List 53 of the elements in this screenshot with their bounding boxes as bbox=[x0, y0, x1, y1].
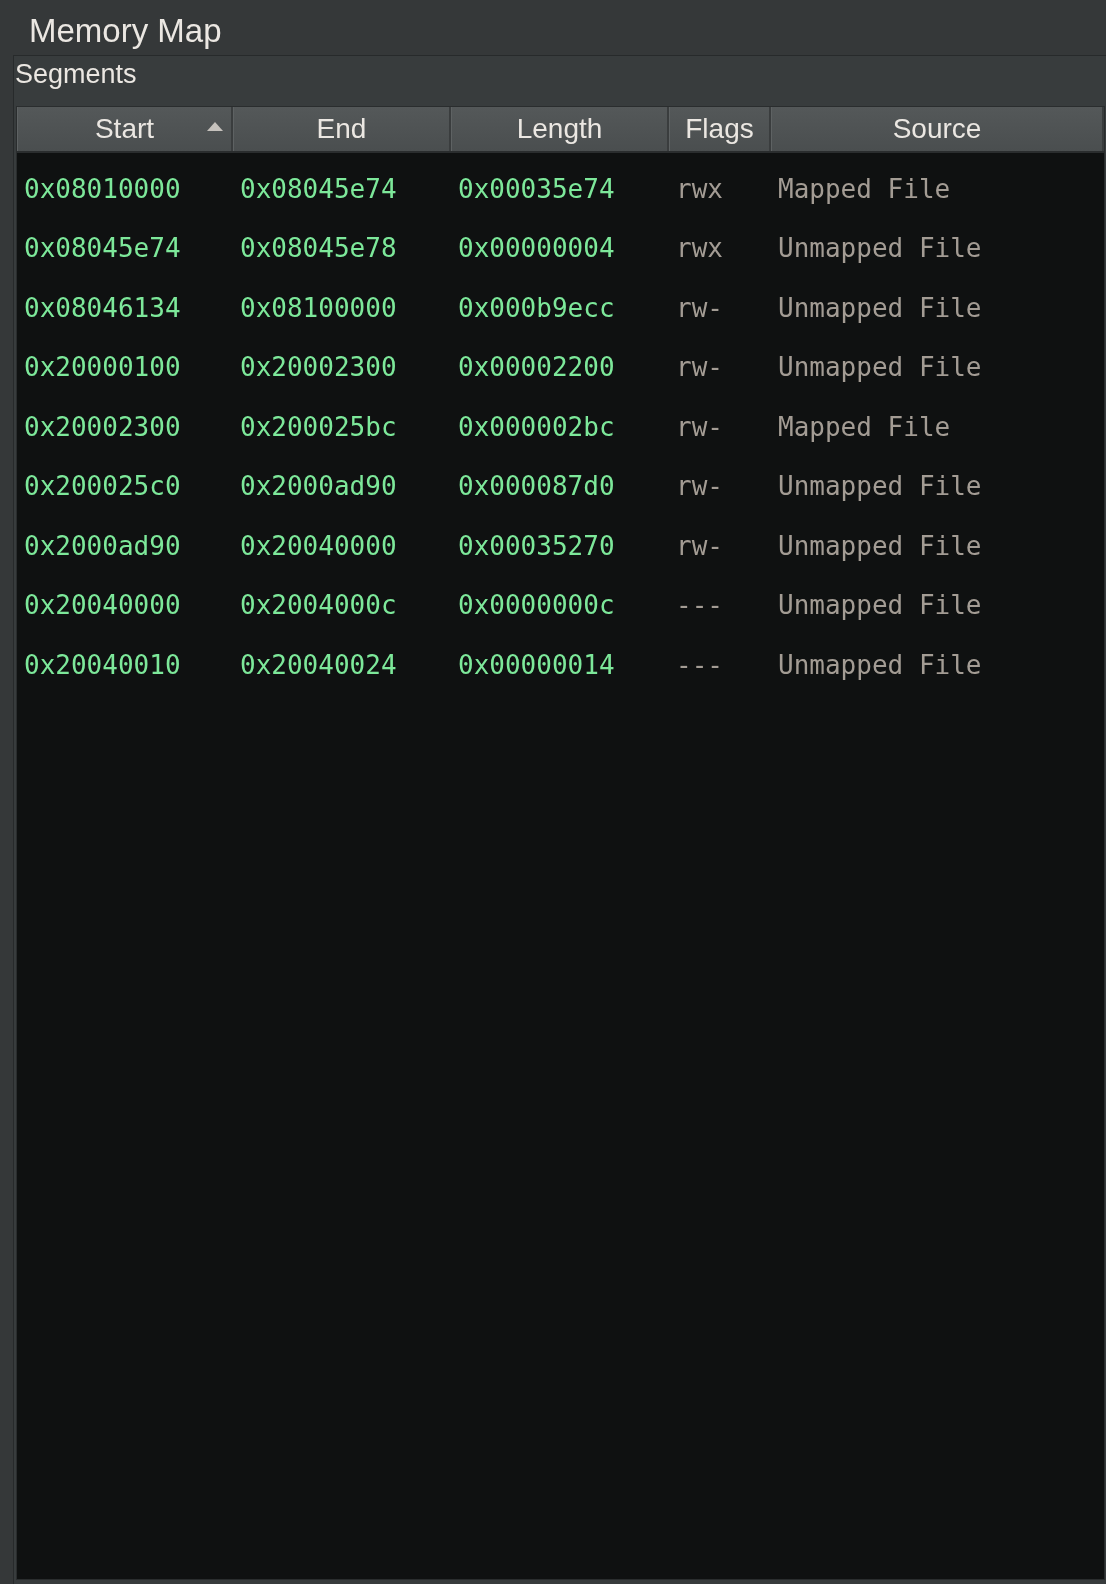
table-cell-text: 0x20002300 bbox=[239, 352, 398, 383]
table-cell-text: 0x00000004 bbox=[457, 233, 616, 264]
panel-title: Segments bbox=[14, 58, 138, 91]
window-title: Memory Map bbox=[28, 11, 223, 51]
table-cell-text: Unmapped File bbox=[777, 233, 983, 264]
table-cell-text: 0x2004000c bbox=[239, 590, 398, 621]
table-cell-text: 0x20040000 bbox=[23, 590, 182, 621]
table-cell-text: 0x08100000 bbox=[239, 292, 398, 323]
table-cell-text: 0x08045e78 bbox=[239, 233, 398, 264]
table-cell-text: --- bbox=[675, 590, 724, 621]
table-cell-text: 0x000002bc bbox=[457, 411, 616, 442]
table-cell-text: Unmapped File bbox=[777, 471, 983, 502]
table-cell-text: rw- bbox=[675, 471, 724, 502]
table-cell-text: --- bbox=[675, 649, 724, 680]
table-cell-text: Unmapped File bbox=[777, 352, 983, 383]
table-cell-text: Unmapped File bbox=[777, 649, 983, 680]
table-cell-text: 0x08045e74 bbox=[23, 233, 182, 264]
table-cell-text: 0x00035e74 bbox=[457, 173, 616, 204]
table-cell-text: 0x00002200 bbox=[457, 352, 616, 383]
column-header[interactable]: Length bbox=[451, 107, 669, 151]
column-header[interactable]: End bbox=[233, 107, 451, 151]
column-header[interactable]: Source bbox=[771, 107, 1104, 151]
table-cell-text: 0x0000000c bbox=[457, 590, 616, 621]
table-cell-text: 0x20002300 bbox=[23, 411, 182, 442]
table-cell-text: 0x000087d0 bbox=[457, 471, 616, 502]
table-cell-text: 0x20040010 bbox=[23, 649, 182, 680]
table-cell-text: 0x20040000 bbox=[239, 530, 398, 561]
table-cell-text: 0x00035270 bbox=[457, 530, 616, 561]
table-cell-text: Unmapped File bbox=[777, 590, 983, 621]
table-cell-text: 0x200025c0 bbox=[23, 471, 182, 502]
table-cell-text: 0x20040024 bbox=[239, 649, 398, 680]
table-cell-text: rw- bbox=[675, 530, 724, 561]
column-header[interactable]: Flags bbox=[669, 107, 771, 151]
sort-ascending-icon bbox=[207, 122, 223, 131]
column-header[interactable]: Start bbox=[17, 107, 233, 151]
table-cell-text: Mapped File bbox=[777, 411, 952, 442]
table-cell-text: 0x200025bc bbox=[239, 411, 398, 442]
table-cell-text: rwx bbox=[675, 233, 724, 264]
table-cell-text: Mapped File bbox=[777, 173, 952, 204]
table-cell-text: rw- bbox=[675, 292, 724, 323]
table-cell-text: 0x08046134 bbox=[23, 292, 182, 323]
table-cell-text: 0x08010000 bbox=[23, 173, 182, 204]
table-cell-text: rw- bbox=[675, 352, 724, 383]
table-cell-text: rwx bbox=[675, 173, 724, 204]
table-cell-text: 0x2000ad90 bbox=[23, 530, 182, 561]
table-cell-text: 0x000b9ecc bbox=[457, 292, 616, 323]
table-cell-text: 0x08045e74 bbox=[239, 173, 398, 204]
table-cell-text: Unmapped File bbox=[777, 530, 983, 561]
table-cell-text: 0x00000014 bbox=[457, 649, 616, 680]
table-cell-text: 0x2000ad90 bbox=[239, 471, 398, 502]
table-cell-text: 0x20000100 bbox=[23, 352, 182, 383]
table-cell-text: rw- bbox=[675, 411, 724, 442]
table-cell-text: Unmapped File bbox=[777, 292, 983, 323]
